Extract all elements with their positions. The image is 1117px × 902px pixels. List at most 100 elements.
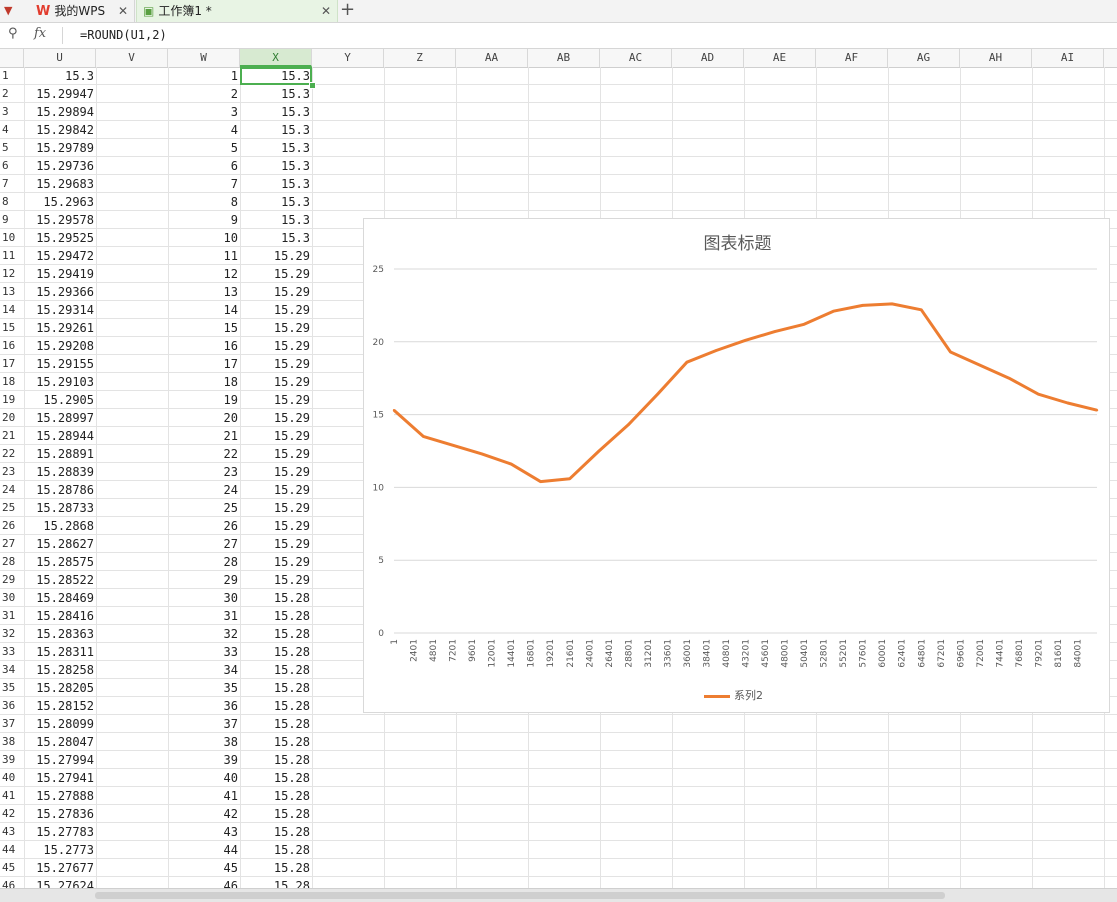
row-header[interactable]: 8	[0, 193, 24, 211]
cell-u[interactable]: 15.29366	[24, 283, 96, 301]
row-header[interactable]: 32	[0, 625, 24, 643]
row-header[interactable]: 28	[0, 553, 24, 571]
row-header[interactable]: 38	[0, 733, 24, 751]
cell-w[interactable]: 24	[168, 481, 240, 499]
cell-u[interactable]: 15.2868	[24, 517, 96, 535]
chart-legend[interactable]: 系列2	[704, 687, 763, 703]
chart[interactable]: 图表标题 0 5 10 15 20 25 1 2401 4801 7201 9601 12001 144…	[363, 218, 1110, 713]
horizontal-scrollbar[interactable]	[0, 888, 1117, 902]
cell-u[interactable]: 15.28205	[24, 679, 96, 697]
zoom-icon[interactable]: ⚲	[8, 26, 18, 41]
row-header[interactable]: 9	[0, 211, 24, 229]
row-header[interactable]: 31	[0, 607, 24, 625]
cell-w[interactable]: 10	[168, 229, 240, 247]
cell-x[interactable]: 15.29	[240, 463, 312, 481]
cell-x[interactable]: 15.29	[240, 427, 312, 445]
row-header[interactable]: 7	[0, 175, 24, 193]
cell-x[interactable]: 15.29	[240, 283, 312, 301]
cell-u[interactable]: 15.29947	[24, 85, 96, 103]
cell-w[interactable]: 20	[168, 409, 240, 427]
cell-w[interactable]: 1	[168, 67, 240, 85]
column-header-ai[interactable]: AI	[1032, 49, 1104, 67]
cell-u[interactable]: 15.29419	[24, 265, 96, 283]
cell-w[interactable]: 16	[168, 337, 240, 355]
cell-x[interactable]: 15.29	[240, 445, 312, 463]
cell-x[interactable]: 15.28	[240, 643, 312, 661]
row-header[interactable]: 29	[0, 571, 24, 589]
cell-x[interactable]: 15.29	[240, 517, 312, 535]
cell-u[interactable]: 15.29578	[24, 211, 96, 229]
cell-w[interactable]: 9	[168, 211, 240, 229]
cell-w[interactable]: 46	[168, 877, 240, 888]
cell-w[interactable]: 15	[168, 319, 240, 337]
close-icon[interactable]: ✕	[118, 0, 128, 22]
row-header[interactable]: 27	[0, 535, 24, 553]
row-header[interactable]: 16	[0, 337, 24, 355]
cell-x[interactable]: 15.29	[240, 409, 312, 427]
row-header[interactable]: 15	[0, 319, 24, 337]
row-header[interactable]: 41	[0, 787, 24, 805]
select-all-corner[interactable]	[0, 49, 24, 67]
app-menu-icon[interactable]: ▼	[4, 0, 30, 22]
cell-x[interactable]: 15.28	[240, 715, 312, 733]
row-header[interactable]: 39	[0, 751, 24, 769]
cell-u[interactable]: 15.28575	[24, 553, 96, 571]
fill-handle[interactable]	[309, 82, 316, 89]
cell-x[interactable]: 15.3	[240, 103, 312, 121]
cell-x[interactable]: 15.29	[240, 265, 312, 283]
cell-w[interactable]: 34	[168, 661, 240, 679]
row-header[interactable]: 21	[0, 427, 24, 445]
cell-u[interactable]: 15.29103	[24, 373, 96, 391]
cell-w[interactable]: 45	[168, 859, 240, 877]
column-header-z[interactable]: Z	[384, 49, 456, 67]
row-header[interactable]: 30	[0, 589, 24, 607]
cell-u[interactable]: 15.29525	[24, 229, 96, 247]
cell-x[interactable]: 15.28	[240, 607, 312, 625]
cell-x[interactable]: 15.29	[240, 571, 312, 589]
cell-x[interactable]: 15.28	[240, 733, 312, 751]
cell-x[interactable]: 15.28	[240, 877, 312, 888]
cell-w[interactable]: 8	[168, 193, 240, 211]
cell-x[interactable]: 15.3	[240, 157, 312, 175]
row-header[interactable]: 6	[0, 157, 24, 175]
row-header[interactable]: 35	[0, 679, 24, 697]
cell-x[interactable]: 15.28	[240, 661, 312, 679]
row-header[interactable]: 20	[0, 409, 24, 427]
series-line[interactable]	[393, 302, 1098, 484]
add-tab-icon[interactable]: +	[340, 0, 355, 20]
cell-u[interactable]: 15.29789	[24, 139, 96, 157]
cell-x[interactable]: 15.28	[240, 769, 312, 787]
row-header[interactable]: 18	[0, 373, 24, 391]
cell-w[interactable]: 38	[168, 733, 240, 751]
row-header[interactable]: 1	[0, 67, 24, 85]
cell-w[interactable]: 17	[168, 355, 240, 373]
cell-u[interactable]: 15.29155	[24, 355, 96, 373]
function-icon[interactable]: fx	[34, 26, 46, 41]
cell-u[interactable]: 15.28891	[24, 445, 96, 463]
cell-x[interactable]: 15.28	[240, 679, 312, 697]
row-header[interactable]: 4	[0, 121, 24, 139]
cell-w[interactable]: 30	[168, 589, 240, 607]
cell-x[interactable]: 15.3	[240, 121, 312, 139]
cell-u[interactable]: 15.27677	[24, 859, 96, 877]
cell-u[interactable]: 15.28786	[24, 481, 96, 499]
cell-w[interactable]: 33	[168, 643, 240, 661]
cell-w[interactable]: 22	[168, 445, 240, 463]
cell-w[interactable]: 26	[168, 517, 240, 535]
cell-w[interactable]: 27	[168, 535, 240, 553]
column-header-ah[interactable]: AH	[960, 49, 1032, 67]
cell-x[interactable]: 15.29	[240, 337, 312, 355]
cell-x[interactable]: 15.3	[240, 175, 312, 193]
column-header-w[interactable]: W	[168, 49, 240, 67]
cell-w[interactable]: 14	[168, 301, 240, 319]
row-header[interactable]: 40	[0, 769, 24, 787]
cell-x[interactable]: 15.28	[240, 625, 312, 643]
cell-x[interactable]: 15.28	[240, 751, 312, 769]
cell-x[interactable]: 15.28	[240, 589, 312, 607]
cell-x[interactable]: 15.28	[240, 859, 312, 877]
cell-u[interactable]: 15.27994	[24, 751, 96, 769]
cell-u[interactable]: 15.27888	[24, 787, 96, 805]
cell-u[interactable]: 15.28363	[24, 625, 96, 643]
cell-w[interactable]: 41	[168, 787, 240, 805]
column-header-ac[interactable]: AC	[600, 49, 672, 67]
